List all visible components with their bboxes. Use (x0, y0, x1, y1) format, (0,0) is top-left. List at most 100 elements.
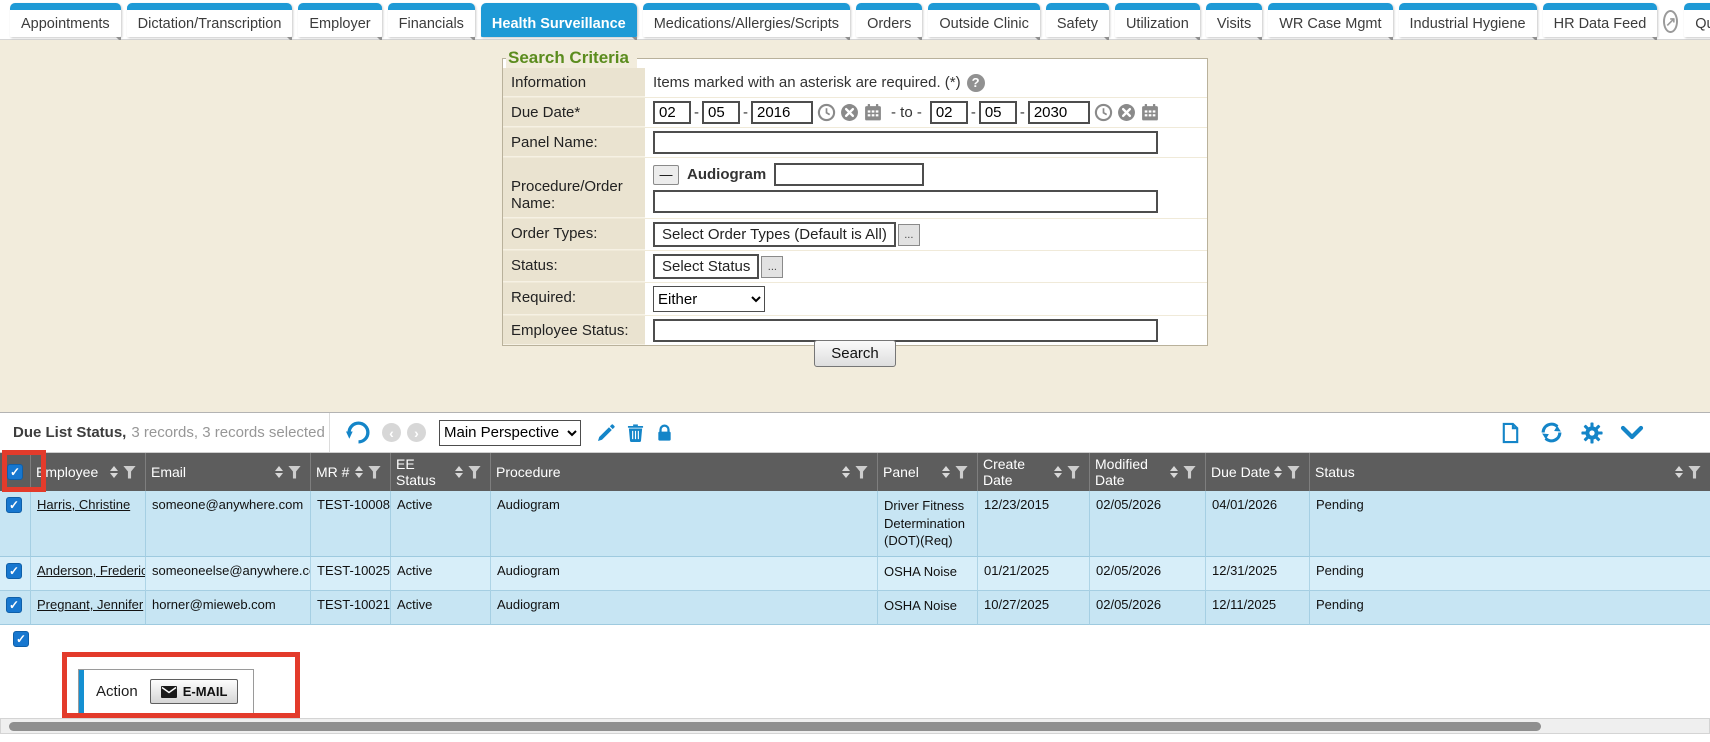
column-header-status[interactable]: Status (1309, 453, 1710, 491)
clear-date-icon[interactable] (1117, 103, 1136, 122)
filter-funnel-icon[interactable] (288, 466, 301, 479)
horizontal-scrollbar[interactable] (0, 718, 1710, 734)
column-header-label: Employee (36, 464, 98, 480)
tab-appointments[interactable]: Appointments (10, 3, 121, 37)
panel-name-input[interactable] (653, 131, 1158, 154)
row-checkbox[interactable]: ✓ (6, 597, 22, 613)
calendar-icon[interactable] (863, 103, 883, 122)
column-header-create_date[interactable]: Create Date (977, 453, 1089, 491)
tab-label: Appointments (21, 16, 110, 32)
filter-funnel-icon[interactable] (955, 466, 968, 479)
tab-label: Health Surveillance (492, 16, 626, 32)
employee-status-input[interactable] (653, 319, 1158, 342)
tab-utilization[interactable]: Utilization (1115, 3, 1200, 37)
order-types-value[interactable]: Select Order Types (Default is All) (653, 222, 896, 247)
filter-funnel-icon[interactable] (1183, 466, 1196, 479)
tab-wr-case-mgmt[interactable]: WR Case Mgmt (1268, 3, 1392, 37)
column-header-email[interactable]: Email (145, 453, 310, 491)
tab-dictation-transcription[interactable]: Dictation/Transcription (127, 3, 293, 37)
select-all-checkbox[interactable]: ✓ (7, 464, 23, 480)
tab-outside-clinic[interactable]: Outside Clinic (928, 3, 1039, 37)
sort-icon[interactable] (1274, 466, 1282, 478)
sort-icon[interactable] (842, 466, 850, 478)
cell-due_date: 12/31/2025 (1205, 557, 1309, 591)
calendar-icon[interactable] (1140, 103, 1160, 122)
scrollbar-thumb[interactable] (9, 722, 1541, 731)
tab-hr-data-feed[interactable]: HR Data Feed (1543, 3, 1658, 37)
status-browse-button[interactable]: ... (761, 256, 783, 278)
sort-icon[interactable] (455, 466, 463, 478)
tab-label: Visits (1217, 16, 1251, 32)
column-header-panel[interactable]: Panel (877, 453, 977, 491)
due-date-to-month-input[interactable] (930, 101, 968, 124)
employee-link[interactable]: Harris, Christine (37, 497, 130, 512)
select-all-bottom-checkbox[interactable]: ✓ (13, 631, 29, 647)
order-types-browse-button[interactable]: ... (898, 224, 920, 246)
tab-health-surveillance[interactable]: Health Surveillance (481, 3, 637, 37)
filter-funnel-icon[interactable] (368, 466, 381, 479)
filter-funnel-icon[interactable] (1688, 466, 1701, 479)
clock-icon[interactable] (817, 103, 836, 122)
column-header-due_date[interactable]: Due Date (1205, 453, 1309, 491)
clock-icon[interactable] (1094, 103, 1113, 122)
clear-date-icon[interactable] (840, 103, 859, 122)
due-date-to-year-input[interactable] (1028, 101, 1090, 124)
filter-funnel-icon[interactable] (855, 466, 868, 479)
perspective-select[interactable]: Main Perspective (439, 420, 581, 446)
undo-icon[interactable] (346, 420, 371, 445)
chevron-down-icon[interactable] (1620, 423, 1644, 443)
sort-icon[interactable] (355, 466, 363, 478)
sort-icon[interactable] (1675, 466, 1683, 478)
employee-link[interactable]: Anderson, Frederick (37, 563, 145, 578)
help-icon[interactable]: ? (967, 74, 985, 92)
row-checkbox[interactable]: ✓ (6, 497, 22, 513)
filter-funnel-icon[interactable] (1287, 466, 1300, 479)
refresh-icon[interactable] (1539, 420, 1564, 445)
edit-pencil-icon[interactable] (596, 423, 616, 443)
column-header-mr[interactable]: MR # (310, 453, 390, 491)
column-header-procedure[interactable]: Procedure (490, 453, 877, 491)
procedure-name-input[interactable] (653, 190, 1158, 213)
date-dash: - (1020, 104, 1025, 121)
sort-icon[interactable] (1170, 466, 1178, 478)
tab-safety[interactable]: Safety (1046, 3, 1109, 37)
procedure-item-input[interactable] (774, 163, 924, 186)
column-header-ee_status[interactable]: EE Status (390, 453, 490, 491)
sort-icon[interactable] (110, 466, 118, 478)
table-header-row: ✓ Employee EmailMR #EE StatusProcedurePane… (0, 453, 1710, 491)
settings-gear-icon[interactable] (1581, 422, 1603, 444)
filter-funnel-icon[interactable] (123, 466, 136, 479)
due-date-from-year-input[interactable] (751, 101, 813, 124)
status-value[interactable]: Select Status (653, 254, 759, 279)
column-header-employee[interactable]: Employee (30, 453, 145, 491)
tab-financials[interactable]: Financials (388, 3, 475, 37)
employee-link[interactable]: Pregnant, Jennifer (37, 597, 143, 612)
due-date-to-day-input[interactable] (979, 101, 1017, 124)
due-date-from-day-input[interactable] (702, 101, 740, 124)
arrow-up-right-circle-icon[interactable]: ↗ (1663, 10, 1678, 33)
row-checkbox[interactable]: ✓ (6, 563, 22, 579)
tab-employer[interactable]: Employer (298, 3, 381, 37)
filter-funnel-icon[interactable] (1067, 466, 1080, 479)
tab-visits[interactable]: Visits (1206, 3, 1262, 37)
required-select[interactable]: Either (653, 286, 765, 312)
sort-icon[interactable] (275, 466, 283, 478)
tab-medications-allergies-scripts[interactable]: Medications/Allergies/Scripts (643, 3, 850, 37)
column-header-modified_date[interactable]: Modified Date (1089, 453, 1205, 491)
remove-procedure-button[interactable]: — (653, 165, 679, 185)
lock-icon[interactable] (655, 423, 674, 443)
due-date-from-month-input[interactable] (653, 101, 691, 124)
cell-status: Pending (1309, 591, 1710, 625)
tab-quality-of[interactable]: Quality of (1684, 3, 1710, 37)
sort-icon[interactable] (942, 466, 950, 478)
tab-industrial-hygiene[interactable]: Industrial Hygiene (1399, 3, 1537, 37)
search-button[interactable]: Search (814, 340, 896, 367)
email-button[interactable]: E-MAIL (150, 679, 239, 704)
new-document-icon[interactable] (1499, 421, 1522, 445)
tab-orders[interactable]: Orders (856, 3, 922, 37)
next-icon[interactable]: › (407, 423, 426, 442)
filter-funnel-icon[interactable] (468, 466, 481, 479)
previous-icon[interactable]: ‹ (382, 423, 401, 442)
trash-icon[interactable] (626, 423, 645, 443)
sort-icon[interactable] (1054, 466, 1062, 478)
